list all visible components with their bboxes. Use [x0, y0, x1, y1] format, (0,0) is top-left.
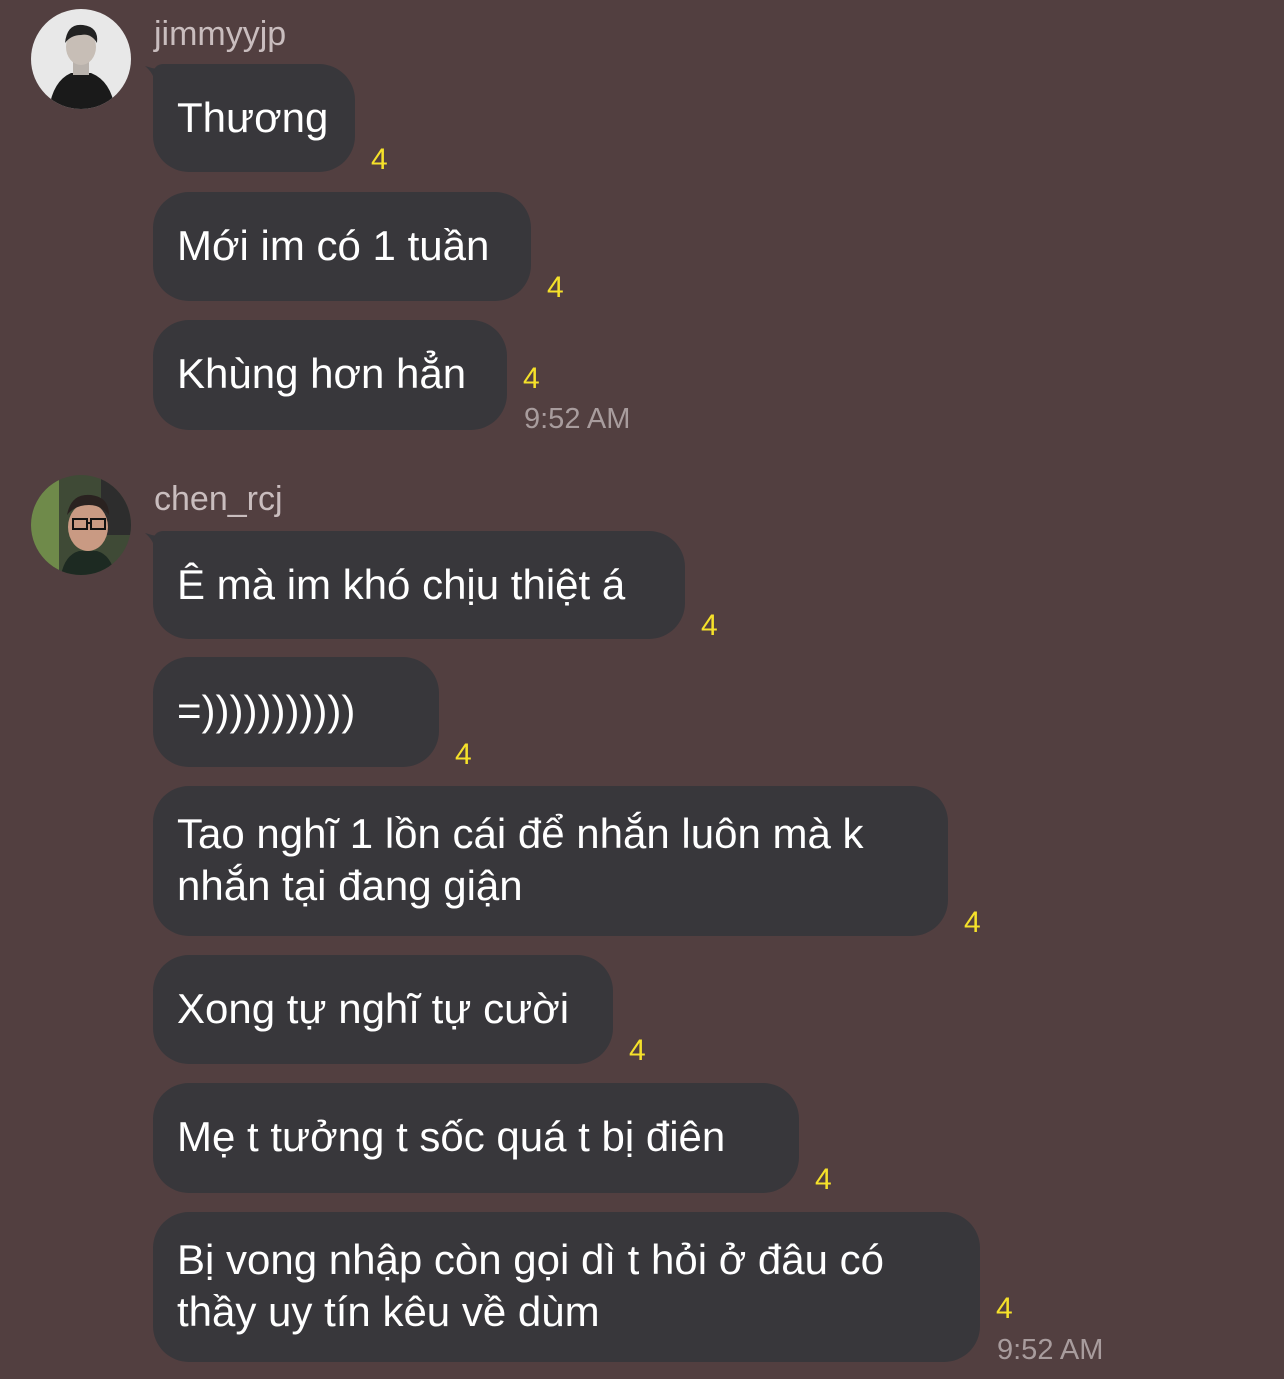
message-count-badge: 4 [629, 1034, 646, 1067]
message-count-badge: 4 [996, 1292, 1013, 1325]
message-bubble[interactable]: Mẹ t tưởng t sốc quá t bị điên [153, 1083, 799, 1193]
avatar-chen-rcj[interactable] [31, 475, 131, 575]
message-bubble[interactable]: Xong tự nghĩ tự cười [153, 955, 613, 1064]
message-bubble[interactable]: Mới im có 1 tuần [153, 192, 531, 301]
message-count-badge: 4 [815, 1163, 832, 1196]
message-count-badge: 4 [455, 738, 472, 771]
profile-photo-icon [31, 9, 131, 109]
message-bubble[interactable]: =))))))))))) [153, 657, 439, 767]
avatar-jimmyyjp[interactable] [31, 9, 131, 109]
message-bubble[interactable]: Bị vong nhập còn gọi dì t hỏi ở đâu có t… [153, 1212, 980, 1362]
message-count-badge: 4 [547, 271, 564, 304]
message-count-badge: 4 [523, 362, 540, 395]
sender-username[interactable]: chen_rcj [154, 479, 283, 519]
message-bubble[interactable]: Ê mà im khó chịu thiệt á [153, 531, 685, 639]
message-bubble[interactable]: Khùng hơn hẳn [153, 320, 507, 430]
message-bubble[interactable]: Thương [153, 64, 355, 172]
sender-username[interactable]: jimmyyjp [154, 14, 286, 54]
message-timestamp: 9:52 AM [997, 1334, 1104, 1366]
message-timestamp: 9:52 AM [524, 403, 631, 435]
message-count-badge: 4 [701, 609, 718, 642]
profile-photo-icon [31, 475, 131, 575]
message-count-badge: 4 [964, 906, 981, 939]
message-count-badge: 4 [371, 143, 388, 176]
message-bubble[interactable]: Tao nghĩ 1 lồn cái để nhắn luôn mà k nhắ… [153, 786, 948, 936]
